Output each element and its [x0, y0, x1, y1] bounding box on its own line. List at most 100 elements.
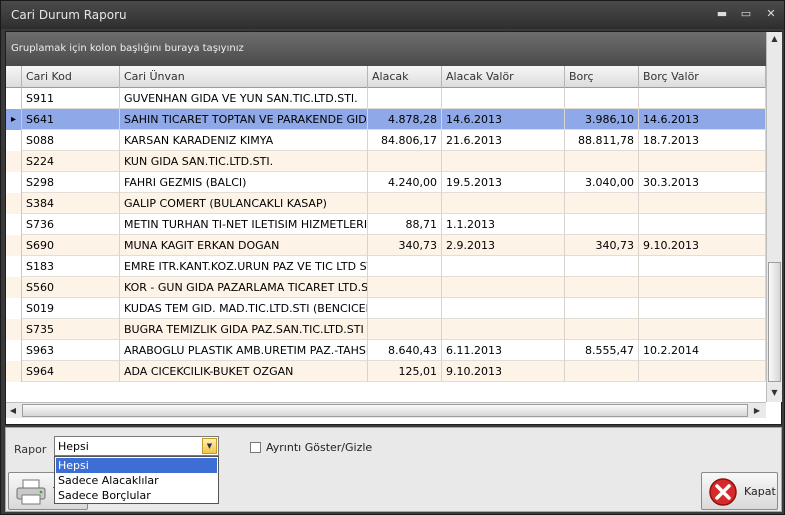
cell-cari-kod[interactable]: S183 [22, 256, 120, 277]
cell-alacak[interactable]: 340,73 [368, 235, 442, 256]
cell-alacak-valor[interactable] [442, 277, 565, 298]
cell-cari-unvan[interactable]: ADA CICEKCILIK-BUKET OZGAN [120, 361, 368, 382]
row-indicator[interactable] [6, 256, 22, 277]
scroll-left-icon[interactable]: ◀ [6, 403, 20, 418]
cell-cari-unvan[interactable]: KOR - GUN GIDA PAZARLAMA TICARET LTD.STI [120, 277, 368, 298]
table-row[interactable]: S384 GALIP COMERT (BULANCAKLI KASAP) [6, 193, 766, 214]
row-indicator[interactable] [6, 340, 22, 361]
table-row[interactable]: S298 FAHRI GEZMIS (BALCI) 4.240,00 19.5.201… [6, 172, 766, 193]
table-row[interactable]: S690 MUNA KAGIT ERKAN DOGAN 340,73 2.9.2013… [6, 235, 766, 256]
cell-borc-valor[interactable] [639, 256, 766, 277]
minimize-button[interactable]: ▬ [714, 7, 730, 21]
cell-borc[interactable]: 3.040,00 [565, 172, 639, 193]
table-row[interactable]: S964 ADA CICEKCILIK-BUKET OZGAN 125,01 9.10… [6, 361, 766, 382]
vertical-scrollbar[interactable]: ▲ ▼ [766, 32, 782, 402]
cell-alacak[interactable]: 84.806,17 [368, 130, 442, 151]
cell-cari-unvan[interactable]: METIN TURHAN TI-NET ILETISIM HIZMETLERI [120, 214, 368, 235]
cell-alacak-valor[interactable]: 6.11.2013 [442, 340, 565, 361]
detail-toggle-label[interactable]: Ayrıntı Göster/Gizle [266, 441, 372, 454]
column-header-borc-valor[interactable]: Borç Valör [639, 66, 766, 88]
cell-cari-kod[interactable]: S641 [22, 109, 120, 130]
cell-cari-kod[interactable]: S964 [22, 361, 120, 382]
column-header-borc[interactable]: Borç [565, 66, 639, 88]
cell-borc[interactable]: 340,73 [565, 235, 639, 256]
cell-alacak-valor[interactable] [442, 256, 565, 277]
cell-borc[interactable] [565, 151, 639, 172]
cell-alacak-valor[interactable]: 2.9.2013 [442, 235, 565, 256]
row-indicator[interactable] [6, 151, 22, 172]
cell-cari-unvan[interactable]: BUGRA TEMIZLIK GIDA PAZ.SAN.TIC.LTD.STI [120, 319, 368, 340]
cell-alacak[interactable] [368, 319, 442, 340]
cell-alacak-valor[interactable] [442, 151, 565, 172]
cell-borc-valor[interactable] [639, 151, 766, 172]
rapor-option-borclular[interactable]: Sadece Borçlular [56, 488, 217, 503]
cell-cari-kod[interactable]: S088 [22, 130, 120, 151]
cell-cari-kod[interactable]: S735 [22, 319, 120, 340]
cell-borc-valor[interactable] [639, 88, 766, 109]
cell-alacak[interactable]: 8.640,43 [368, 340, 442, 361]
row-indicator[interactable] [6, 361, 22, 382]
title-bar[interactable]: Cari Durum Raporu ▬ ▭ ✕ [1, 1, 784, 29]
cell-cari-unvan[interactable]: GALIP COMERT (BULANCAKLI KASAP) [120, 193, 368, 214]
cell-cari-unvan[interactable]: SAHIN TICARET TOPTAN VE PARAKENDE GIDA .… [120, 109, 368, 130]
rapor-select[interactable]: Hepsi ▼ [54, 436, 219, 456]
cell-alacak[interactable] [368, 88, 442, 109]
cell-alacak-valor[interactable]: 21.6.2013 [442, 130, 565, 151]
table-row[interactable]: S224 KUN GIDA SAN.TIC.LTD.STI. [6, 151, 766, 172]
table-row[interactable]: S088 KARSAN KARADENIZ KIMYA 84.806,17 21.6.… [6, 130, 766, 151]
cell-cari-unvan[interactable]: KUN GIDA SAN.TIC.LTD.STI. [120, 151, 368, 172]
horizontal-scroll-thumb[interactable] [22, 404, 748, 417]
cell-borc-valor[interactable] [639, 193, 766, 214]
scroll-down-icon[interactable]: ▼ [767, 386, 782, 400]
row-indicator[interactable] [6, 235, 22, 256]
row-indicator[interactable] [6, 172, 22, 193]
column-header-alacak[interactable]: Alacak [368, 66, 442, 88]
cell-borc[interactable] [565, 298, 639, 319]
cell-cari-kod[interactable]: S298 [22, 172, 120, 193]
cell-alacak[interactable] [368, 151, 442, 172]
scroll-right-icon[interactable]: ▶ [750, 403, 764, 418]
table-row[interactable]: S183 EMRE ITR.KANT.KOZ.URUN PAZ VE TIC LT… [6, 256, 766, 277]
cell-cari-kod[interactable]: S019 [22, 298, 120, 319]
cell-cari-kod[interactable]: S690 [22, 235, 120, 256]
column-header-cari-kod[interactable]: Cari Kod [22, 66, 120, 88]
table-row[interactable]: S560 KOR - GUN GIDA PAZARLAMA TICARET LTD… [6, 277, 766, 298]
column-header-alacak-valor[interactable]: Alacak Valör [442, 66, 565, 88]
cell-borc-valor[interactable]: 10.2.2014 [639, 340, 766, 361]
row-indicator[interactable] [6, 319, 22, 340]
cell-cari-unvan[interactable]: MUNA KAGIT ERKAN DOGAN [120, 235, 368, 256]
close-button[interactable]: Kapat [701, 472, 778, 510]
cell-cari-kod[interactable]: S224 [22, 151, 120, 172]
row-indicator[interactable] [6, 214, 22, 235]
cell-borc[interactable]: 88.811,78 [565, 130, 639, 151]
table-row[interactable]: S911 GUVENHAN GIDA VE YUN SAN.TIC.LTD.STI… [6, 88, 766, 109]
chevron-down-icon[interactable]: ▼ [202, 438, 217, 454]
row-indicator[interactable] [6, 130, 22, 151]
cell-borc[interactable] [565, 193, 639, 214]
cell-cari-kod[interactable]: S736 [22, 214, 120, 235]
rapor-option-hepsi[interactable]: Hepsi [56, 458, 217, 473]
cell-alacak[interactable] [368, 277, 442, 298]
cell-borc-valor[interactable] [639, 361, 766, 382]
cell-cari-unvan[interactable]: KUDAS TEM GID. MAD.TIC.LTD.STI (BENCICER… [120, 298, 368, 319]
cell-cari-unvan[interactable]: EMRE ITR.KANT.KOZ.URUN PAZ VE TIC LTD ST… [120, 256, 368, 277]
cell-alacak-valor[interactable]: 19.5.2013 [442, 172, 565, 193]
vertical-scroll-thumb[interactable] [768, 262, 781, 382]
table-row[interactable]: ▸ S641 SAHIN TICARET TOPTAN VE PARAKENDE G… [6, 109, 766, 130]
rapor-option-alacaklilar[interactable]: Sadece Alacaklılar [56, 473, 217, 488]
cell-borc[interactable] [565, 256, 639, 277]
cell-borc[interactable] [565, 361, 639, 382]
column-header-cari-unvan[interactable]: Cari Ünvan [120, 66, 368, 88]
cell-alacak-valor[interactable]: 14.6.2013 [442, 109, 565, 130]
table-row[interactable]: S963 ARABOGLU PLASTIK AMB.URETIM PAZ.-TAH… [6, 340, 766, 361]
cell-alacak[interactable]: 4.878,28 [368, 109, 442, 130]
cell-cari-unvan[interactable]: ARABOGLU PLASTIK AMB.URETIM PAZ.-TAHSI..… [120, 340, 368, 361]
cell-borc-valor[interactable]: 14.6.2013 [639, 109, 766, 130]
table-row[interactable]: S735 BUGRA TEMIZLIK GIDA PAZ.SAN.TIC.LTD.… [6, 319, 766, 340]
cell-borc-valor[interactable] [639, 214, 766, 235]
group-by-panel[interactable]: Gruplamak için kolon başlığını buraya ta… [6, 32, 766, 66]
close-window-button[interactable]: ✕ [763, 7, 779, 21]
cell-alacak-valor[interactable] [442, 193, 565, 214]
cell-borc[interactable] [565, 214, 639, 235]
row-indicator[interactable] [6, 277, 22, 298]
